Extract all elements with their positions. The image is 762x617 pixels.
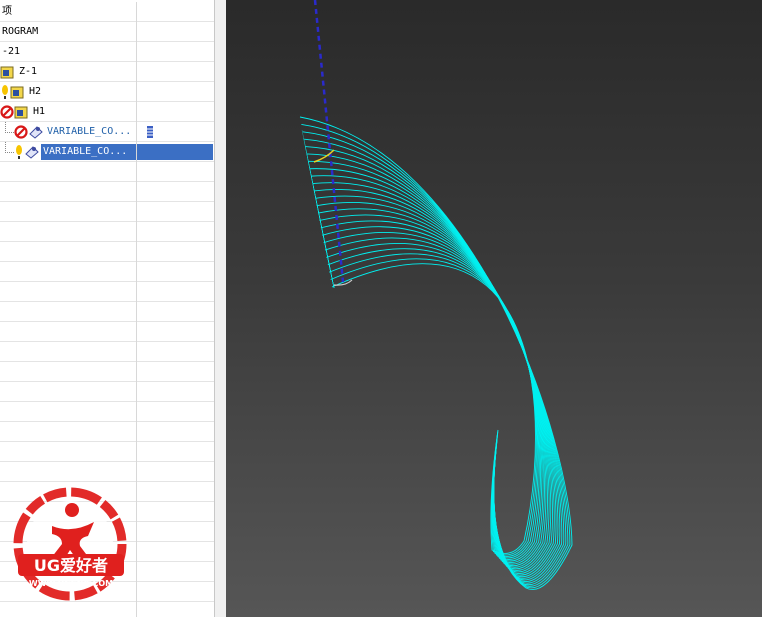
empty-row xyxy=(0,322,214,342)
empty-row xyxy=(0,362,214,382)
program-group-icon xyxy=(0,66,14,79)
empty-row xyxy=(0,262,214,282)
toolpath-pass xyxy=(323,232,543,563)
empty-row xyxy=(0,302,214,322)
empty-row xyxy=(0,382,214,402)
program-group-icon xyxy=(10,84,24,100)
toolpath-pass xyxy=(317,208,548,570)
prohibit-icon xyxy=(0,105,14,119)
empty-row xyxy=(0,162,214,182)
toolpath-pass xyxy=(312,182,555,576)
toolpath-pass xyxy=(331,263,536,554)
node-operation-1[interactable]: VARIABLE_CO... xyxy=(0,122,214,142)
empty-row xyxy=(0,202,214,222)
toolpath-pass xyxy=(309,168,559,579)
program-group-icon xyxy=(14,104,28,120)
warning-icon xyxy=(2,85,8,99)
operation-icon xyxy=(25,146,39,159)
node-group-z1[interactable]: Z-1 xyxy=(0,62,214,82)
watermark-url: WWW.UGSNX.COM xyxy=(29,579,113,588)
node-label: H1 xyxy=(33,106,46,117)
node-program-root[interactable]: ROGRAM xyxy=(0,22,214,42)
toolpath-pass xyxy=(326,243,540,560)
graphics-viewport[interactable] xyxy=(226,0,762,617)
node-operation-2[interactable]: VARIABLE_CO... xyxy=(0,142,214,162)
empty-row xyxy=(0,342,214,362)
tree-connector xyxy=(5,122,14,133)
empty-row xyxy=(0,462,214,482)
ug-logo-watermark: UG爱好者 WWW.UGSNX.COM xyxy=(10,486,130,606)
warning-icon xyxy=(16,145,22,159)
tree-connector xyxy=(5,142,14,153)
prohibit-icon xyxy=(0,104,14,120)
toolpath-pass xyxy=(301,123,571,589)
empty-row xyxy=(0,182,214,202)
empty-row xyxy=(0,422,214,442)
panel-splitter[interactable] xyxy=(214,0,226,617)
node-label: VARIABLE_CO... xyxy=(41,144,136,160)
operation-icon xyxy=(24,144,39,160)
selection-highlight xyxy=(137,144,213,160)
node-label: VARIABLE_CO... xyxy=(47,126,132,137)
toolpath-pass xyxy=(308,160,561,581)
node-label: -21 xyxy=(2,46,21,57)
tool-icon xyxy=(146,124,160,140)
toolpath-pass xyxy=(313,188,553,574)
toolpath-pass xyxy=(316,202,550,571)
empty-row xyxy=(0,402,214,422)
toolpath-pass xyxy=(329,253,538,557)
toolpath-display xyxy=(299,0,573,590)
toolpath-link xyxy=(328,265,335,289)
node-label: ROGRAM xyxy=(2,26,39,37)
toolpath-pass xyxy=(320,220,545,567)
toolpath-pass xyxy=(324,237,541,562)
node-label: H2 xyxy=(29,86,42,97)
program-group-icon xyxy=(10,86,24,99)
node-group-h1[interactable]: H1 xyxy=(0,102,214,122)
toolpath-pass xyxy=(315,195,552,573)
toolpath-pass xyxy=(311,175,557,578)
watermark-brand: UG爱好者 xyxy=(34,556,108,575)
empty-row xyxy=(0,242,214,262)
header-column-label[interactable]: 项 xyxy=(0,2,214,22)
toolpath-pass xyxy=(299,116,573,590)
program-group-icon xyxy=(14,106,28,119)
operation-icon xyxy=(28,124,43,140)
toolpath-pass xyxy=(327,248,539,559)
empty-row xyxy=(0,282,214,302)
prohibit-icon xyxy=(14,124,28,140)
prohibit-icon xyxy=(14,125,28,139)
program-group-icon xyxy=(0,64,14,80)
operation-icon xyxy=(29,126,43,139)
empty-row xyxy=(0,442,214,462)
node-label: 项 xyxy=(2,6,12,17)
toolpath-pass xyxy=(330,258,537,556)
node-group-h2[interactable]: H2 xyxy=(0,82,214,102)
toolpath-pass xyxy=(319,214,547,568)
node-label: Z-1 xyxy=(19,66,38,77)
toolpath-curves xyxy=(299,116,573,590)
empty-row xyxy=(0,222,214,242)
node-program-21[interactable]: -21 xyxy=(0,42,214,62)
